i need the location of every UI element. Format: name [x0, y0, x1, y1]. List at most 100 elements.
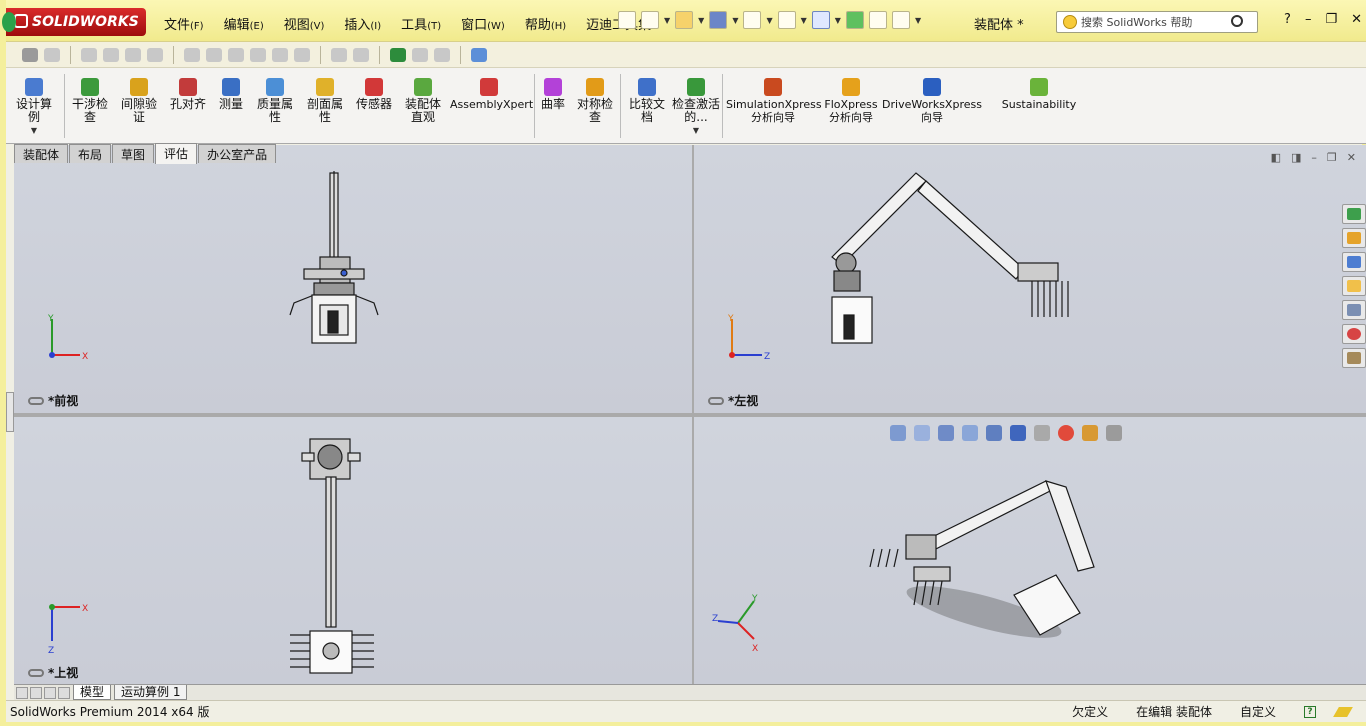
print-icon[interactable]	[743, 11, 762, 29]
file-properties-icon[interactable]	[868, 11, 887, 29]
help-question-icon[interactable]: ?	[1284, 12, 1291, 27]
move-component-icon[interactable]	[184, 47, 200, 62]
curvature-button[interactable]: 曲率	[538, 78, 568, 111]
first-tab-icon[interactable]	[16, 686, 28, 699]
symmetry-check-button[interactable]: 对称检查	[572, 78, 618, 124]
menu-window[interactable]: 窗口(W)	[451, 12, 515, 35]
menu-tools[interactable]: 工具(T)	[391, 12, 451, 35]
dropdown-arrow-icon[interactable]: ▼	[835, 16, 841, 25]
view-settings-icon[interactable]	[1106, 425, 1122, 441]
minimize-icon[interactable]: –	[1305, 12, 1312, 27]
hide-show-items-icon[interactable]	[1034, 425, 1050, 441]
options-icon[interactable]	[891, 11, 910, 29]
task-pane-file-explorer[interactable]	[1342, 276, 1366, 296]
mass-properties-button[interactable]: 质量属性	[252, 78, 298, 124]
search-icon[interactable]	[1231, 15, 1243, 27]
dropdown-arrow-icon[interactable]: ▼	[732, 16, 738, 25]
assemblyxpert-button[interactable]: AssemblyXpert	[450, 78, 533, 111]
dropdown-arrow-icon[interactable]: ▼	[664, 16, 670, 25]
traffic-light-icon[interactable]	[845, 11, 864, 29]
select-pointer-icon[interactable]	[811, 11, 830, 29]
print-preview-icon[interactable]	[412, 47, 428, 62]
graphics-area[interactable]: Y X *前视 ◧ ◨ – ❐ ✕ Y Z *左视 Z X *上视 Z Y X	[14, 145, 1366, 685]
reference-geometry-icon[interactable]	[250, 47, 266, 62]
menu-view[interactable]: 视图(V)	[274, 12, 335, 35]
viewport-top[interactable]: Z X *上视	[14, 417, 692, 685]
task-pane-resources[interactable]	[1342, 204, 1366, 224]
new-document-icon[interactable]	[641, 11, 659, 29]
display-style-icon[interactable]	[1010, 425, 1026, 441]
section-view-icon[interactable]	[962, 425, 978, 441]
prev-tab-icon[interactable]	[30, 686, 42, 699]
rotate-component-icon[interactable]	[206, 47, 222, 62]
restore-icon[interactable]: ❐	[1325, 12, 1337, 27]
split-vertical-icon[interactable]: ◨	[1291, 151, 1301, 164]
pin-icon[interactable]	[618, 11, 636, 29]
clearance-verification-button[interactable]: 间隙验证	[116, 78, 162, 124]
smart-fastener-icon[interactable]	[147, 47, 163, 62]
undo-icon[interactable]	[777, 11, 796, 29]
insert-component-icon[interactable]	[81, 47, 97, 62]
design-study-button[interactable]: 设计算例 ▼	[12, 78, 56, 137]
task-pane-design-library[interactable]	[1342, 252, 1366, 272]
tab-assembly[interactable]: 装配体	[14, 144, 69, 163]
close-icon[interactable]: ✕	[1347, 151, 1356, 164]
bill-of-materials-icon[interactable]	[294, 47, 310, 62]
menu-help[interactable]: 帮助(H)	[515, 12, 576, 35]
new-motion-study-icon[interactable]	[272, 47, 288, 62]
last-tab-icon[interactable]	[58, 686, 70, 699]
check-active-document-button[interactable]: 检查激活的... ▼	[672, 78, 720, 137]
menu-file[interactable]: 文件(F)	[154, 12, 214, 35]
task-pane-custom-properties[interactable]	[1342, 348, 1366, 368]
minimize-icon[interactable]: –	[1311, 151, 1317, 164]
word-icon[interactable]	[434, 47, 450, 62]
viewport-isometric[interactable]: Z Y X	[694, 417, 1366, 685]
viewport-front[interactable]: Y X *前视	[14, 145, 692, 413]
save-icon[interactable]	[709, 11, 728, 29]
tab-office-products[interactable]: 办公室产品	[198, 144, 277, 163]
apply-scene-icon[interactable]	[1082, 425, 1098, 441]
zoom-to-fit-icon[interactable]	[890, 425, 906, 441]
compare-documents-button[interactable]: 比较文档	[624, 78, 670, 124]
floxpress-button[interactable]: FloXpress 分析向导	[822, 78, 880, 124]
previous-view-icon[interactable]	[938, 425, 954, 441]
edit-appearance-icon[interactable]	[1058, 425, 1074, 441]
panel-splitter[interactable]	[6, 392, 14, 432]
task-pane-appearances[interactable]	[1342, 324, 1366, 344]
sensor-button[interactable]: 传感器	[352, 78, 396, 111]
restore-icon[interactable]: ❐	[1327, 151, 1337, 164]
section-properties-button[interactable]: 剖面属性	[302, 78, 348, 124]
split-horizontal-icon[interactable]: ◧	[1271, 151, 1281, 164]
zoom-to-area-icon[interactable]	[914, 425, 930, 441]
dropdown-arrow-icon[interactable]: ▼	[698, 16, 704, 25]
report-icon[interactable]	[471, 47, 487, 62]
rebuild-pencil-icon[interactable]	[1333, 706, 1353, 717]
excel-icon[interactable]	[390, 47, 406, 62]
tab-motion-study[interactable]: 运动算例 1	[114, 685, 188, 700]
mate-icon[interactable]	[103, 47, 119, 62]
measure-button[interactable]: 测量	[214, 78, 248, 111]
driveworksxpress-button[interactable]: DriveWorksXpress 向导	[882, 78, 982, 124]
exploded-view-icon[interactable]	[331, 47, 347, 62]
dropdown-arrow-icon[interactable]: ▼	[766, 16, 772, 25]
tab-layout[interactable]: 布局	[69, 144, 112, 163]
next-tab-icon[interactable]	[44, 686, 56, 699]
menu-edit[interactable]: 编辑(E)	[214, 12, 274, 35]
solidworks-logo[interactable]: SOLIDWORKS	[2, 8, 146, 36]
tab-model[interactable]: 模型	[73, 685, 112, 700]
status-units[interactable]: 自定义	[1240, 703, 1276, 720]
sketch-icon[interactable]	[44, 47, 60, 62]
task-pane-home[interactable]	[1342, 228, 1366, 248]
dropdown-arrow-icon[interactable]: ▼	[801, 16, 807, 25]
search-box[interactable]: 搜索 SolidWorks 帮助	[1056, 11, 1258, 33]
close-icon[interactable]: ✕	[1351, 12, 1362, 27]
explode-line-sketch-icon[interactable]	[353, 47, 369, 62]
sustainability-button[interactable]: Sustainability	[998, 78, 1080, 111]
search-input[interactable]: 搜索 SolidWorks 帮助	[1081, 14, 1192, 30]
viewport-left[interactable]: ◧ ◨ – ❐ ✕ Y Z *左视	[694, 145, 1366, 413]
task-pane-view-palette[interactable]	[1342, 300, 1366, 320]
dropdown-arrow-icon[interactable]: ▼	[915, 16, 921, 25]
pattern-icon[interactable]	[125, 47, 141, 62]
interference-check-button[interactable]: 干涉检查	[68, 78, 112, 124]
simulationxpress-button[interactable]: SimulationXpress 分析向导	[726, 78, 822, 124]
